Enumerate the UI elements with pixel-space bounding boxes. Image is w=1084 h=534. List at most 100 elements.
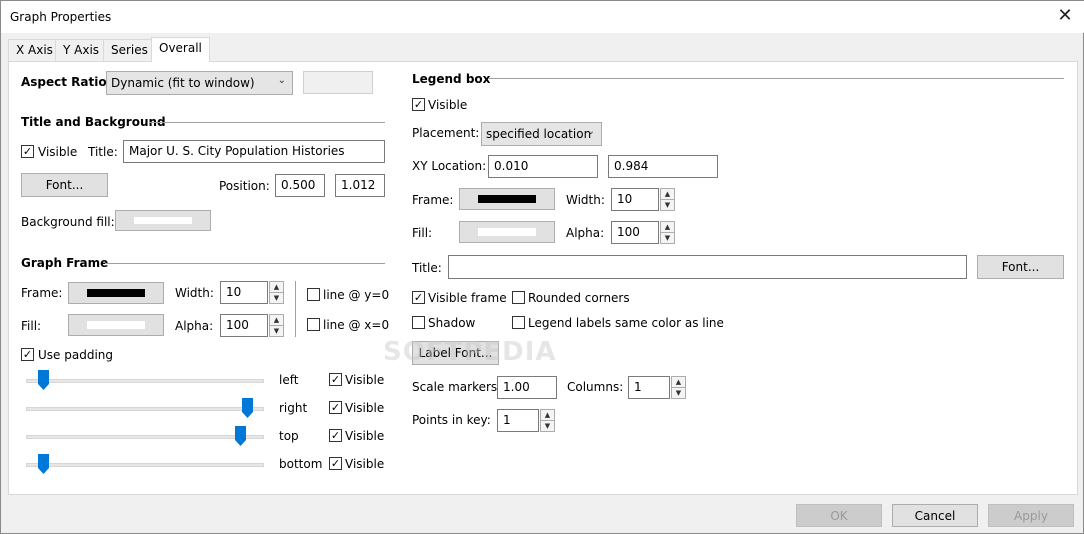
shadow-label: Shadow — [428, 316, 476, 330]
title-bar: Graph Properties ✕ — [1, 1, 1084, 33]
line-x0-checkbox[interactable] — [307, 318, 320, 331]
same-color-checkbox[interactable] — [512, 316, 525, 329]
title-font-button[interactable]: Font... — [21, 173, 108, 197]
padding-top-slider[interactable] — [26, 435, 264, 439]
legend-frame-color — [478, 195, 536, 203]
ok-button[interactable]: OK — [796, 504, 882, 527]
legend-frame-swatch[interactable] — [459, 188, 555, 210]
tab-overall[interactable]: Overall — [151, 37, 210, 62]
points-in-key-label: Points in key: — [412, 413, 491, 427]
padding-bottom-slider-thumb[interactable] — [38, 454, 49, 474]
tab-x-axis[interactable]: X Axis — [8, 39, 61, 61]
line-x0-label: line @ x=0 — [323, 318, 390, 332]
xy-location-label: XY Location: — [412, 159, 487, 173]
legend-width-input[interactable]: 10 — [611, 188, 659, 211]
frame-width-input[interactable]: 10 — [220, 281, 268, 304]
line-y0-checkbox[interactable] — [307, 288, 320, 301]
visible-frame-checkbox[interactable]: ✓ — [412, 291, 425, 304]
legend-alpha-stepper[interactable]: ▲ ▼ — [660, 221, 675, 244]
divider — [105, 263, 385, 264]
points-in-key-stepper[interactable]: ▲ ▼ — [540, 409, 555, 432]
legend-title-input[interactable] — [448, 255, 967, 279]
padding-right-slider-thumb[interactable] — [242, 398, 253, 418]
columns-stepper[interactable]: ▲ ▼ — [671, 376, 686, 399]
legend-visible-label: Visible — [428, 98, 468, 112]
padding-top-visible-label: Visible — [345, 429, 385, 443]
position-x-input[interactable]: 0.500 — [275, 174, 325, 197]
placement-label: Placement: — [412, 126, 480, 140]
placement-value: specified location — [486, 127, 592, 141]
frame-width-label: Width: — [175, 286, 214, 300]
line-y0-label: line @ y=0 — [323, 288, 390, 302]
padding-bottom-label: bottom — [279, 457, 323, 471]
tab-series[interactable]: Series — [103, 39, 156, 61]
use-padding-checkbox[interactable]: ✓ — [21, 348, 34, 361]
watermark-logo: SOFTPEDIA — [383, 337, 557, 367]
background-fill-label: Background fill: — [21, 215, 115, 229]
padding-left-slider[interactable] — [26, 379, 264, 383]
legend-font-button[interactable]: Font... — [977, 255, 1064, 279]
legend-width-label: Width: — [566, 193, 605, 207]
window-title: Graph Properties — [10, 10, 112, 24]
frame-label: Frame: — [21, 286, 63, 300]
padding-right-visible-checkbox[interactable]: ✓ — [329, 401, 342, 414]
fill-color — [87, 321, 145, 329]
frame-color-swatch[interactable] — [68, 282, 164, 304]
padding-bottom-slider[interactable] — [26, 463, 264, 467]
legend-width-stepper[interactable]: ▲ ▼ — [660, 188, 675, 211]
legend-x-input[interactable]: 0.010 — [488, 155, 598, 178]
scale-markers-input[interactable]: 1.00 — [497, 376, 557, 399]
padding-left-label: left — [279, 373, 299, 387]
background-fill-swatch[interactable] — [115, 210, 211, 231]
padding-left-visible-checkbox[interactable]: ✓ — [329, 373, 342, 386]
divider — [149, 122, 385, 123]
chevron-down-icon: ⌄ — [586, 126, 595, 137]
legend-fill-color — [478, 228, 536, 236]
padding-bottom-visible-checkbox[interactable]: ✓ — [329, 457, 342, 470]
padding-right-visible-label: Visible — [345, 401, 385, 415]
legend-title-label: Title: — [412, 261, 442, 275]
padding-bottom-visible-label: Visible — [345, 457, 385, 471]
frame-alpha-stepper[interactable]: ▲ ▼ — [269, 314, 284, 337]
graph-properties-dialog: Graph Properties ✕ X Axis Y Axis Series … — [0, 0, 1084, 534]
frame-width-stepper[interactable]: ▲ ▼ — [269, 281, 284, 304]
apply-button[interactable]: Apply — [988, 504, 1074, 527]
placement-select[interactable]: specified location ⌄ — [481, 122, 602, 146]
rounded-corners-label: Rounded corners — [528, 291, 630, 305]
separator — [295, 281, 296, 337]
legend-box-heading: Legend box — [412, 72, 491, 86]
frame-alpha-input[interactable]: 100 — [220, 314, 268, 337]
padding-right-slider[interactable] — [26, 407, 264, 411]
title-visible-label: Visible — [38, 145, 78, 159]
fill-color-swatch[interactable] — [68, 314, 164, 336]
legend-alpha-input[interactable]: 100 — [611, 221, 659, 244]
padding-top-slider-thumb[interactable] — [235, 426, 246, 446]
points-in-key-input[interactable]: 1 — [497, 409, 539, 432]
title-input[interactable]: Major U. S. City Population Histories — [123, 140, 385, 163]
chevron-down-icon: ⌄ — [277, 75, 286, 86]
title-label: Title: — [88, 145, 118, 159]
legend-alpha-label: Alpha: — [566, 226, 605, 240]
title-background-heading: Title and Background — [21, 115, 166, 129]
shadow-checkbox[interactable] — [412, 316, 425, 329]
tab-y-axis[interactable]: Y Axis — [55, 39, 108, 61]
close-icon[interactable]: ✕ — [1053, 5, 1077, 27]
padding-left-slider-thumb[interactable] — [38, 370, 49, 390]
cancel-button[interactable]: Cancel — [892, 504, 978, 527]
frame-color — [87, 289, 145, 297]
aspect-ratio-disabled-field — [303, 71, 373, 94]
rounded-corners-checkbox[interactable] — [512, 291, 525, 304]
position-label: Position: — [219, 179, 270, 193]
frame-alpha-label: Alpha: — [175, 319, 214, 333]
legend-y-input[interactable]: 0.984 — [608, 155, 718, 178]
legend-fill-swatch[interactable] — [459, 221, 555, 243]
title-visible-checkbox[interactable]: ✓ — [21, 145, 34, 158]
aspect-ratio-select[interactable]: Dynamic (fit to window) ⌄ — [106, 71, 293, 95]
fill-label: Fill: — [21, 319, 42, 333]
columns-label: Columns: — [567, 380, 624, 394]
columns-input[interactable]: 1 — [628, 376, 670, 399]
use-padding-label: Use padding — [38, 348, 113, 362]
legend-visible-checkbox[interactable]: ✓ — [412, 98, 425, 111]
position-y-input[interactable]: 1.012 — [335, 174, 385, 197]
padding-top-visible-checkbox[interactable]: ✓ — [329, 429, 342, 442]
